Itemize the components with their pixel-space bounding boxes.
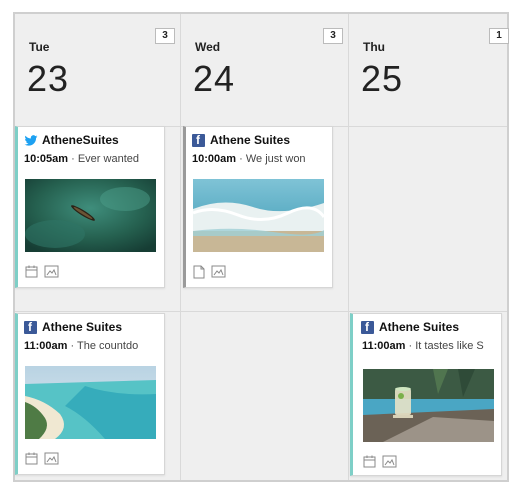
post-time: 11:00am — [24, 340, 68, 352]
post-text: It tastes like S — [415, 340, 484, 352]
post-image[interactable] — [363, 369, 494, 442]
post-header: Athene Suites — [192, 133, 290, 147]
post-preview: 11:00am · It tastes like S — [362, 340, 484, 352]
day-number: 24 — [193, 58, 236, 99]
post-image[interactable] — [25, 179, 156, 252]
separator: · — [408, 340, 413, 352]
scheduled-post-card[interactable]: Athene Suites 11:00am · The countdo — [15, 313, 165, 475]
account-name: Athene Suites — [42, 320, 123, 334]
image-icon[interactable] — [382, 455, 397, 473]
post-image[interactable] — [25, 366, 156, 439]
twitter-icon — [24, 134, 38, 147]
post-footer-icons — [363, 455, 397, 473]
account-name: Athene Suites — [379, 320, 460, 334]
calendar-icon[interactable] — [25, 265, 38, 283]
post-count-badge[interactable]: 3 — [323, 28, 343, 44]
post-count-badge[interactable]: 1 — [489, 28, 509, 44]
post-footer-icons — [25, 452, 59, 470]
facebook-icon — [24, 320, 37, 334]
day-number: 25 — [361, 58, 404, 99]
post-time: 10:00am — [192, 153, 237, 165]
post-count-badge[interactable]: 3 — [155, 28, 175, 44]
day-of-week: Thu — [363, 40, 385, 54]
facebook-icon — [361, 320, 374, 334]
day-header-tue[interactable]: Tue 23 3 — [15, 14, 180, 126]
separator: · — [239, 153, 243, 165]
post-time: 11:00am — [362, 340, 406, 352]
image-icon[interactable] — [44, 452, 59, 470]
facebook-icon — [192, 133, 205, 147]
day-of-week: Tue — [29, 40, 50, 54]
account-name: AtheneSuites — [42, 133, 119, 147]
post-header: Athene Suites — [361, 320, 459, 334]
post-text: We just won — [245, 153, 306, 165]
post-header: AtheneSuites — [24, 133, 119, 147]
post-header: Athene Suites — [24, 320, 122, 334]
post-preview: 10:05am · Ever wanted — [24, 153, 139, 165]
separator: · — [70, 340, 75, 352]
separator: · — [71, 153, 75, 165]
calendar-icon[interactable] — [25, 452, 38, 470]
post-time: 10:05am — [24, 153, 69, 165]
scheduled-post-card[interactable]: Athene Suites 10:00am · We just won — [183, 126, 333, 288]
image-icon[interactable] — [211, 265, 226, 284]
calendar-icon[interactable] — [363, 455, 376, 473]
scheduled-post-card[interactable]: AtheneSuites 10:05am · Ever wanted — [15, 126, 165, 288]
post-image[interactable] — [193, 179, 324, 252]
day-of-week: Wed — [195, 40, 221, 54]
document-icon[interactable] — [193, 265, 205, 284]
image-icon[interactable] — [44, 265, 59, 283]
post-preview: 11:00am · The countdo — [24, 340, 138, 352]
day-header-wed[interactable]: Wed 24 3 — [181, 14, 348, 126]
post-preview: 10:00am · We just won — [192, 153, 306, 165]
day-header-thu[interactable]: Thu 25 1 — [349, 14, 509, 126]
post-text: The countdo — [77, 340, 139, 352]
scheduled-post-card[interactable]: Athene Suites 11:00am · It tastes like S — [350, 313, 502, 476]
post-footer-icons — [193, 265, 226, 284]
calendar-week-grid: Tue 23 3 Wed 24 3 Thu 25 1 AtheneSuites … — [13, 12, 509, 482]
post-footer-icons — [25, 265, 59, 283]
post-text: Ever wanted — [77, 153, 139, 165]
day-number: 23 — [27, 58, 70, 99]
row-divider — [15, 311, 507, 312]
account-name: Athene Suites — [210, 133, 291, 147]
